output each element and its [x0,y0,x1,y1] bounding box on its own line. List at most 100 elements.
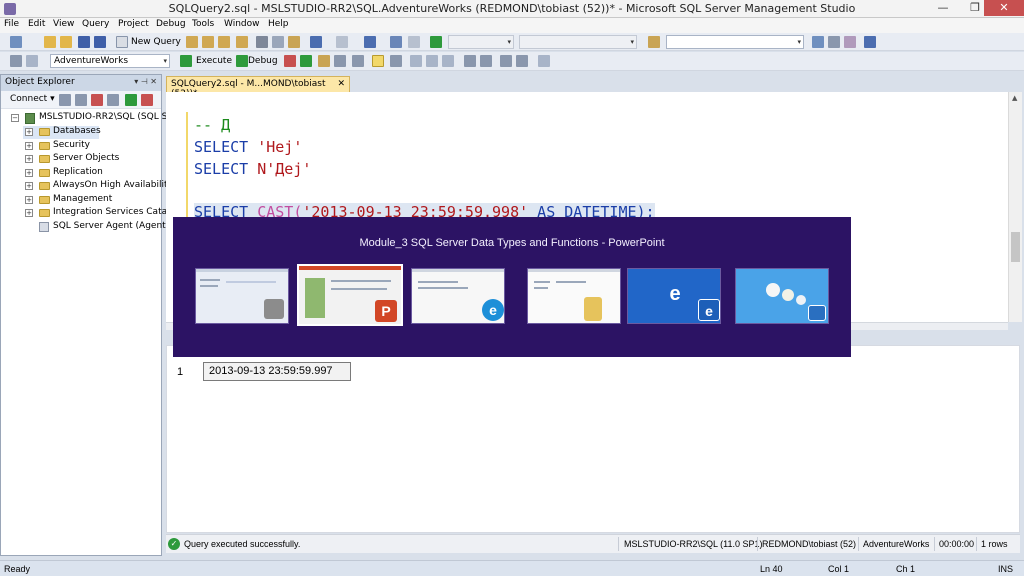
tree-item-databases[interactable]: + Databases [23,126,101,139]
execute-icon[interactable] [180,55,192,67]
solution-config-select[interactable]: ▾ [448,35,514,49]
expand-icon[interactable]: + [25,169,33,177]
tree-item-integration-services[interactable]: + Integration Services Catalog [23,207,181,220]
disconnect-icon[interactable] [75,94,87,106]
uncomment-icon[interactable] [480,55,492,67]
tree-item-management[interactable]: + Management [23,194,153,207]
filter-icon[interactable] [107,94,119,106]
menu-debug[interactable]: Debug [156,19,186,29]
tree-item-alwayson[interactable]: + AlwaysOn High Availability [23,180,173,193]
comment-out-icon[interactable] [464,55,476,67]
find-icon[interactable] [648,36,660,48]
new-query-icon[interactable] [116,36,128,48]
debug-button[interactable]: Debug [248,56,278,66]
menu-edit[interactable]: Edit [28,19,45,29]
client-statistics-icon[interactable] [390,55,402,67]
menu-window[interactable]: Window [224,19,260,29]
results-to-text-icon[interactable] [410,55,422,67]
debug-icon[interactable] [236,55,248,67]
connect-server-icon[interactable] [59,94,71,106]
analysis-query-icon[interactable] [236,36,248,48]
expand-icon[interactable]: + [25,209,33,217]
switcher-window-powerpoint[interactable]: P [297,264,403,326]
sql-agent-icon [39,222,49,232]
registered-servers-icon[interactable] [812,36,824,48]
stop-icon[interactable] [91,94,103,106]
navigate-forward-icon[interactable] [390,36,402,48]
xmla-query-icon[interactable] [218,36,230,48]
expand-icon[interactable]: + [25,196,33,204]
tree-item-sql-server-agent[interactable]: SQL Server Agent (Agent XP [23,221,180,234]
menu-query[interactable]: Query [82,19,109,29]
object-explorer-icon[interactable] [828,36,840,48]
open-folder-icon[interactable] [60,36,72,48]
scroll-up-icon[interactable]: ▲ [1012,94,1017,102]
decrease-indent-icon[interactable] [500,55,512,67]
new-project-icon[interactable] [10,36,22,48]
start-debug-icon[interactable] [408,36,420,48]
paste-icon[interactable] [288,36,300,48]
parse-icon[interactable] [300,55,312,67]
internet-explorer-icon: e [482,299,504,321]
menu-help[interactable]: Help [268,19,289,29]
copy-icon[interactable] [272,36,284,48]
scrollbar-thumb[interactable] [1011,232,1020,262]
switcher-window-ssms[interactable] [195,268,289,324]
close-tab-icon[interactable]: ✕ [337,79,345,89]
connect-button[interactable]: Connect ▾ [10,94,55,104]
editor-vertical-scrollbar[interactable]: ▲ [1008,92,1022,322]
switcher-window-ie-modern[interactable]: e e [627,268,721,324]
connect-icon[interactable] [10,55,22,67]
expand-icon[interactable]: + [25,128,33,136]
expand-icon[interactable]: + [25,182,33,190]
specify-values-icon[interactable] [538,55,550,67]
undo-icon[interactable] [310,36,322,48]
switcher-window-file-explorer[interactable] [527,268,621,324]
results-to-file-icon[interactable] [442,55,454,67]
mdx-query-icon[interactable] [186,36,198,48]
increase-indent-icon[interactable] [516,55,528,67]
save-all-icon[interactable] [94,36,106,48]
database-select[interactable]: AdventureWorks ▾ [50,54,170,68]
tree-item-server-objects[interactable]: + Server Objects [23,153,153,166]
cut-icon[interactable] [256,36,268,48]
execute-button[interactable]: Execute [196,56,232,66]
switcher-window-ie-desktop[interactable]: e [411,268,505,324]
find-input[interactable]: ▾ [666,35,804,49]
navigate-back-icon[interactable] [364,36,376,48]
run-icon[interactable] [430,36,442,48]
properties-window-icon[interactable] [864,36,876,48]
switcher-window-desktop[interactable] [735,268,829,324]
tree-server-node[interactable]: − MSLSTUDIO-RR2\SQL (SQL Ser [9,112,177,125]
cancel-query-icon[interactable] [284,55,296,67]
expand-icon[interactable]: + [25,155,33,163]
activity-monitor-icon[interactable] [141,94,153,106]
dmx-query-icon[interactable] [202,36,214,48]
menu-project[interactable]: Project [118,19,149,29]
new-query-button[interactable]: New Query [131,37,181,47]
panel-controls-icon[interactable]: ▾ ⊣ ✕ [134,77,157,86]
change-connection-icon[interactable] [26,55,38,67]
menu-tools[interactable]: Tools [192,19,214,29]
solution-platform-select[interactable]: ▾ [519,35,637,49]
expand-icon[interactable]: + [25,142,33,150]
include-plan-icon[interactable] [372,55,384,67]
refresh-icon[interactable] [125,94,137,106]
results-to-grid-icon[interactable] [426,55,438,67]
minimize-button[interactable]: — [930,0,956,16]
close-button[interactable]: ✕ [984,0,1024,16]
tree-item-replication[interactable]: + Replication [23,167,153,180]
redo-icon[interactable] [336,36,348,48]
display-plan-icon[interactable] [318,55,330,67]
tab-sqlquery2[interactable]: SQLQuery2.sql - M...MOND\tobiast (52))* … [166,76,350,99]
open-file-icon[interactable] [44,36,56,48]
query-designer-icon[interactable] [334,55,346,67]
collapse-icon[interactable]: − [11,114,19,122]
intellisense-icon[interactable] [352,55,364,67]
result-cell[interactable]: 2013-09-13 23:59:59.997 [203,362,351,381]
menu-file[interactable]: File [4,19,19,29]
menu-view[interactable]: View [53,19,74,29]
save-icon[interactable] [78,36,90,48]
tree-item-security[interactable]: + Security [23,140,153,153]
template-explorer-icon[interactable] [844,36,856,48]
